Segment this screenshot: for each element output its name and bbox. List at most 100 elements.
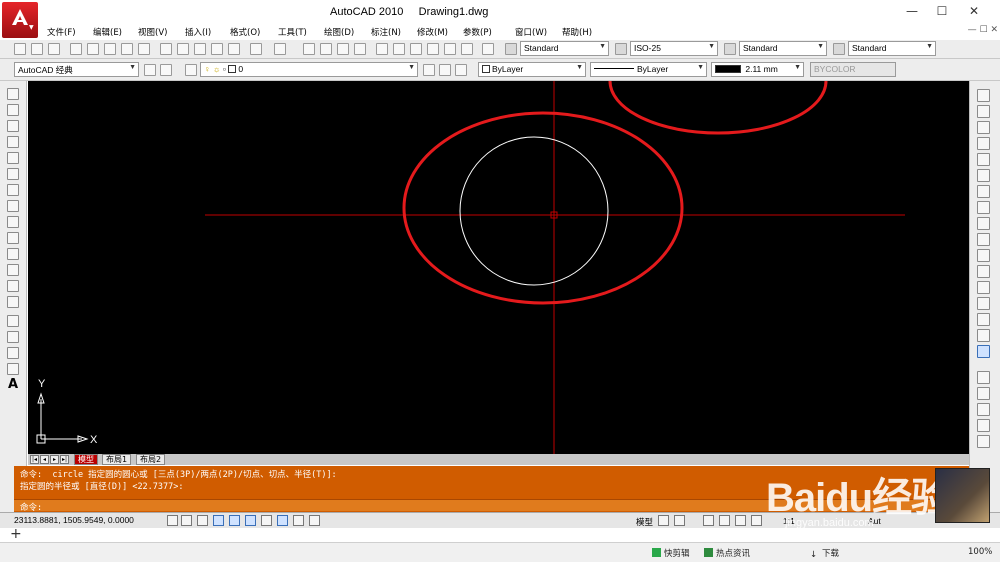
layer-previous-icon[interactable]: [439, 64, 451, 76]
command-input[interactable]: 命令:: [14, 499, 969, 513]
taskbar-quick-clip[interactable]: 快剪辑: [652, 547, 690, 559]
menu-file[interactable]: 文件(F): [47, 26, 76, 38]
revision-cloud-icon[interactable]: [7, 200, 19, 212]
save-icon[interactable]: [48, 43, 60, 55]
layer-properties-icon[interactable]: [185, 64, 197, 76]
publish-icon[interactable]: [104, 43, 116, 55]
object-snap-tracking-icon[interactable]: [245, 515, 256, 526]
undo-icon[interactable]: [250, 43, 262, 55]
polar-tracking-icon[interactable]: [213, 515, 224, 526]
close-button[interactable]: ✕: [964, 4, 984, 20]
grid-display-icon[interactable]: [181, 515, 192, 526]
menu-parametric[interactable]: 参数(P): [463, 26, 492, 38]
offset-icon[interactable]: [977, 137, 990, 150]
mirror-icon[interactable]: [977, 121, 990, 134]
explode-icon[interactable]: [977, 345, 990, 358]
draw-order-front-icon[interactable]: [977, 371, 990, 384]
steering-wheel-icon[interactable]: [735, 515, 746, 526]
taskbar-download[interactable]: ↓ 下载: [810, 547, 839, 560]
multiline-text-icon[interactable]: A: [8, 378, 20, 391]
help-icon[interactable]: [482, 43, 494, 55]
tab-last-button[interactable]: ▸|: [60, 455, 69, 464]
circle-icon[interactable]: [7, 184, 19, 196]
menu-view[interactable]: 视图(V): [138, 26, 167, 38]
document-window-controls[interactable]: — ☐ ✕: [968, 25, 998, 35]
zoom-previous-icon[interactable]: [354, 43, 366, 55]
rectangle-icon[interactable]: [7, 152, 19, 164]
polygon-icon[interactable]: [7, 136, 19, 148]
gradient-icon[interactable]: [7, 331, 19, 343]
dim-style-icon[interactable]: [615, 43, 627, 55]
tab-layout2[interactable]: 布局2: [136, 454, 166, 465]
send-under-icon[interactable]: [977, 419, 990, 432]
insert-block-icon[interactable]: [7, 264, 19, 276]
mleader-style-select[interactable]: Standard ▼: [848, 41, 936, 56]
zoom-realtime-icon[interactable]: [320, 43, 332, 55]
ellipse-icon[interactable]: [7, 232, 19, 244]
array-icon[interactable]: [977, 153, 990, 166]
tab-prev-button[interactable]: ◂: [40, 455, 49, 464]
design-center-icon[interactable]: [393, 43, 405, 55]
spline-icon[interactable]: [7, 216, 19, 228]
copy-object-icon[interactable]: [977, 105, 990, 118]
pan-status-icon[interactable]: [703, 515, 714, 526]
layer-states-icon[interactable]: [455, 64, 467, 76]
zoom-status-icon[interactable]: [719, 515, 730, 526]
menu-draw[interactable]: 绘图(D): [324, 26, 354, 38]
tab-model[interactable]: 模型: [74, 454, 98, 465]
text-front-icon[interactable]: [977, 435, 990, 448]
text-style-select[interactable]: Standard ▼: [520, 41, 609, 56]
show-motion-icon[interactable]: [751, 515, 762, 526]
markup-icon[interactable]: [444, 43, 456, 55]
tab-next-button[interactable]: ▸: [50, 455, 59, 464]
object-snap-icon[interactable]: [229, 515, 240, 526]
lineweight-toggle-icon[interactable]: [293, 515, 304, 526]
model-space-label[interactable]: 模型: [636, 516, 653, 528]
plus-icon[interactable]: +: [10, 526, 22, 542]
menu-edit[interactable]: 编辑(E): [93, 26, 122, 38]
table-style-icon[interactable]: [724, 43, 736, 55]
stretch-icon[interactable]: [977, 217, 990, 230]
scale-icon[interactable]: [977, 201, 990, 214]
region-icon[interactable]: [7, 347, 19, 359]
sheet-set-icon[interactable]: [427, 43, 439, 55]
menu-window[interactable]: 窗口(W): [515, 26, 547, 38]
match-properties-icon[interactable]: [211, 43, 223, 55]
menu-tools[interactable]: 工具(T): [278, 26, 307, 38]
make-current-layer-icon[interactable]: [423, 64, 435, 76]
ellipse-arc-icon[interactable]: [7, 248, 19, 260]
quick-view-drawings-icon[interactable]: [674, 515, 685, 526]
workspace-toggle-icon[interactable]: [160, 64, 172, 76]
tab-layout1[interactable]: 布局1: [102, 454, 132, 465]
erase-icon[interactable]: [977, 89, 990, 102]
command-window[interactable]: 命令: circle 指定圆的圆心或 [三点(3P)/两点(2P)/切点、切点、…: [14, 466, 969, 513]
make-block-icon[interactable]: [7, 280, 19, 292]
coordinate-readout[interactable]: 23113.8881, 1505.9549, 0.0000: [14, 515, 134, 525]
open-icon[interactable]: [31, 43, 43, 55]
tool-palettes-icon[interactable]: [410, 43, 422, 55]
menu-insert[interactable]: 插入(I): [185, 26, 211, 38]
line-icon[interactable]: [7, 88, 19, 100]
construction-line-icon[interactable]: [7, 104, 19, 116]
text-style-icon[interactable]: [505, 43, 517, 55]
print-icon[interactable]: [70, 43, 82, 55]
chamfer-icon[interactable]: [977, 313, 990, 326]
taskbar-zoom-level[interactable]: 100%: [968, 547, 992, 557]
quickcalc-icon[interactable]: [461, 43, 473, 55]
drawn-circle[interactable]: [459, 136, 609, 286]
color-select[interactable]: ByLayer ▼: [478, 62, 586, 77]
fillet-icon[interactable]: [977, 329, 990, 342]
menu-modify[interactable]: 修改(M): [417, 26, 448, 38]
bring-above-icon[interactable]: [977, 403, 990, 416]
dynamic-input-icon[interactable]: [277, 515, 288, 526]
draw-order-back-icon[interactable]: [977, 387, 990, 400]
workspace-settings-icon[interactable]: [144, 64, 156, 76]
hatch-icon[interactable]: [7, 315, 19, 327]
menu-format[interactable]: 格式(O): [230, 26, 260, 38]
dim-style-select[interactable]: ISO-25 ▼: [630, 41, 718, 56]
menu-help[interactable]: 帮助(H): [562, 26, 592, 38]
paste-icon[interactable]: [194, 43, 206, 55]
quick-properties-icon[interactable]: [309, 515, 320, 526]
redo-icon[interactable]: [274, 43, 286, 55]
layer-select[interactable]: ♀ ☼ ▫ 0 ▼: [200, 62, 418, 77]
